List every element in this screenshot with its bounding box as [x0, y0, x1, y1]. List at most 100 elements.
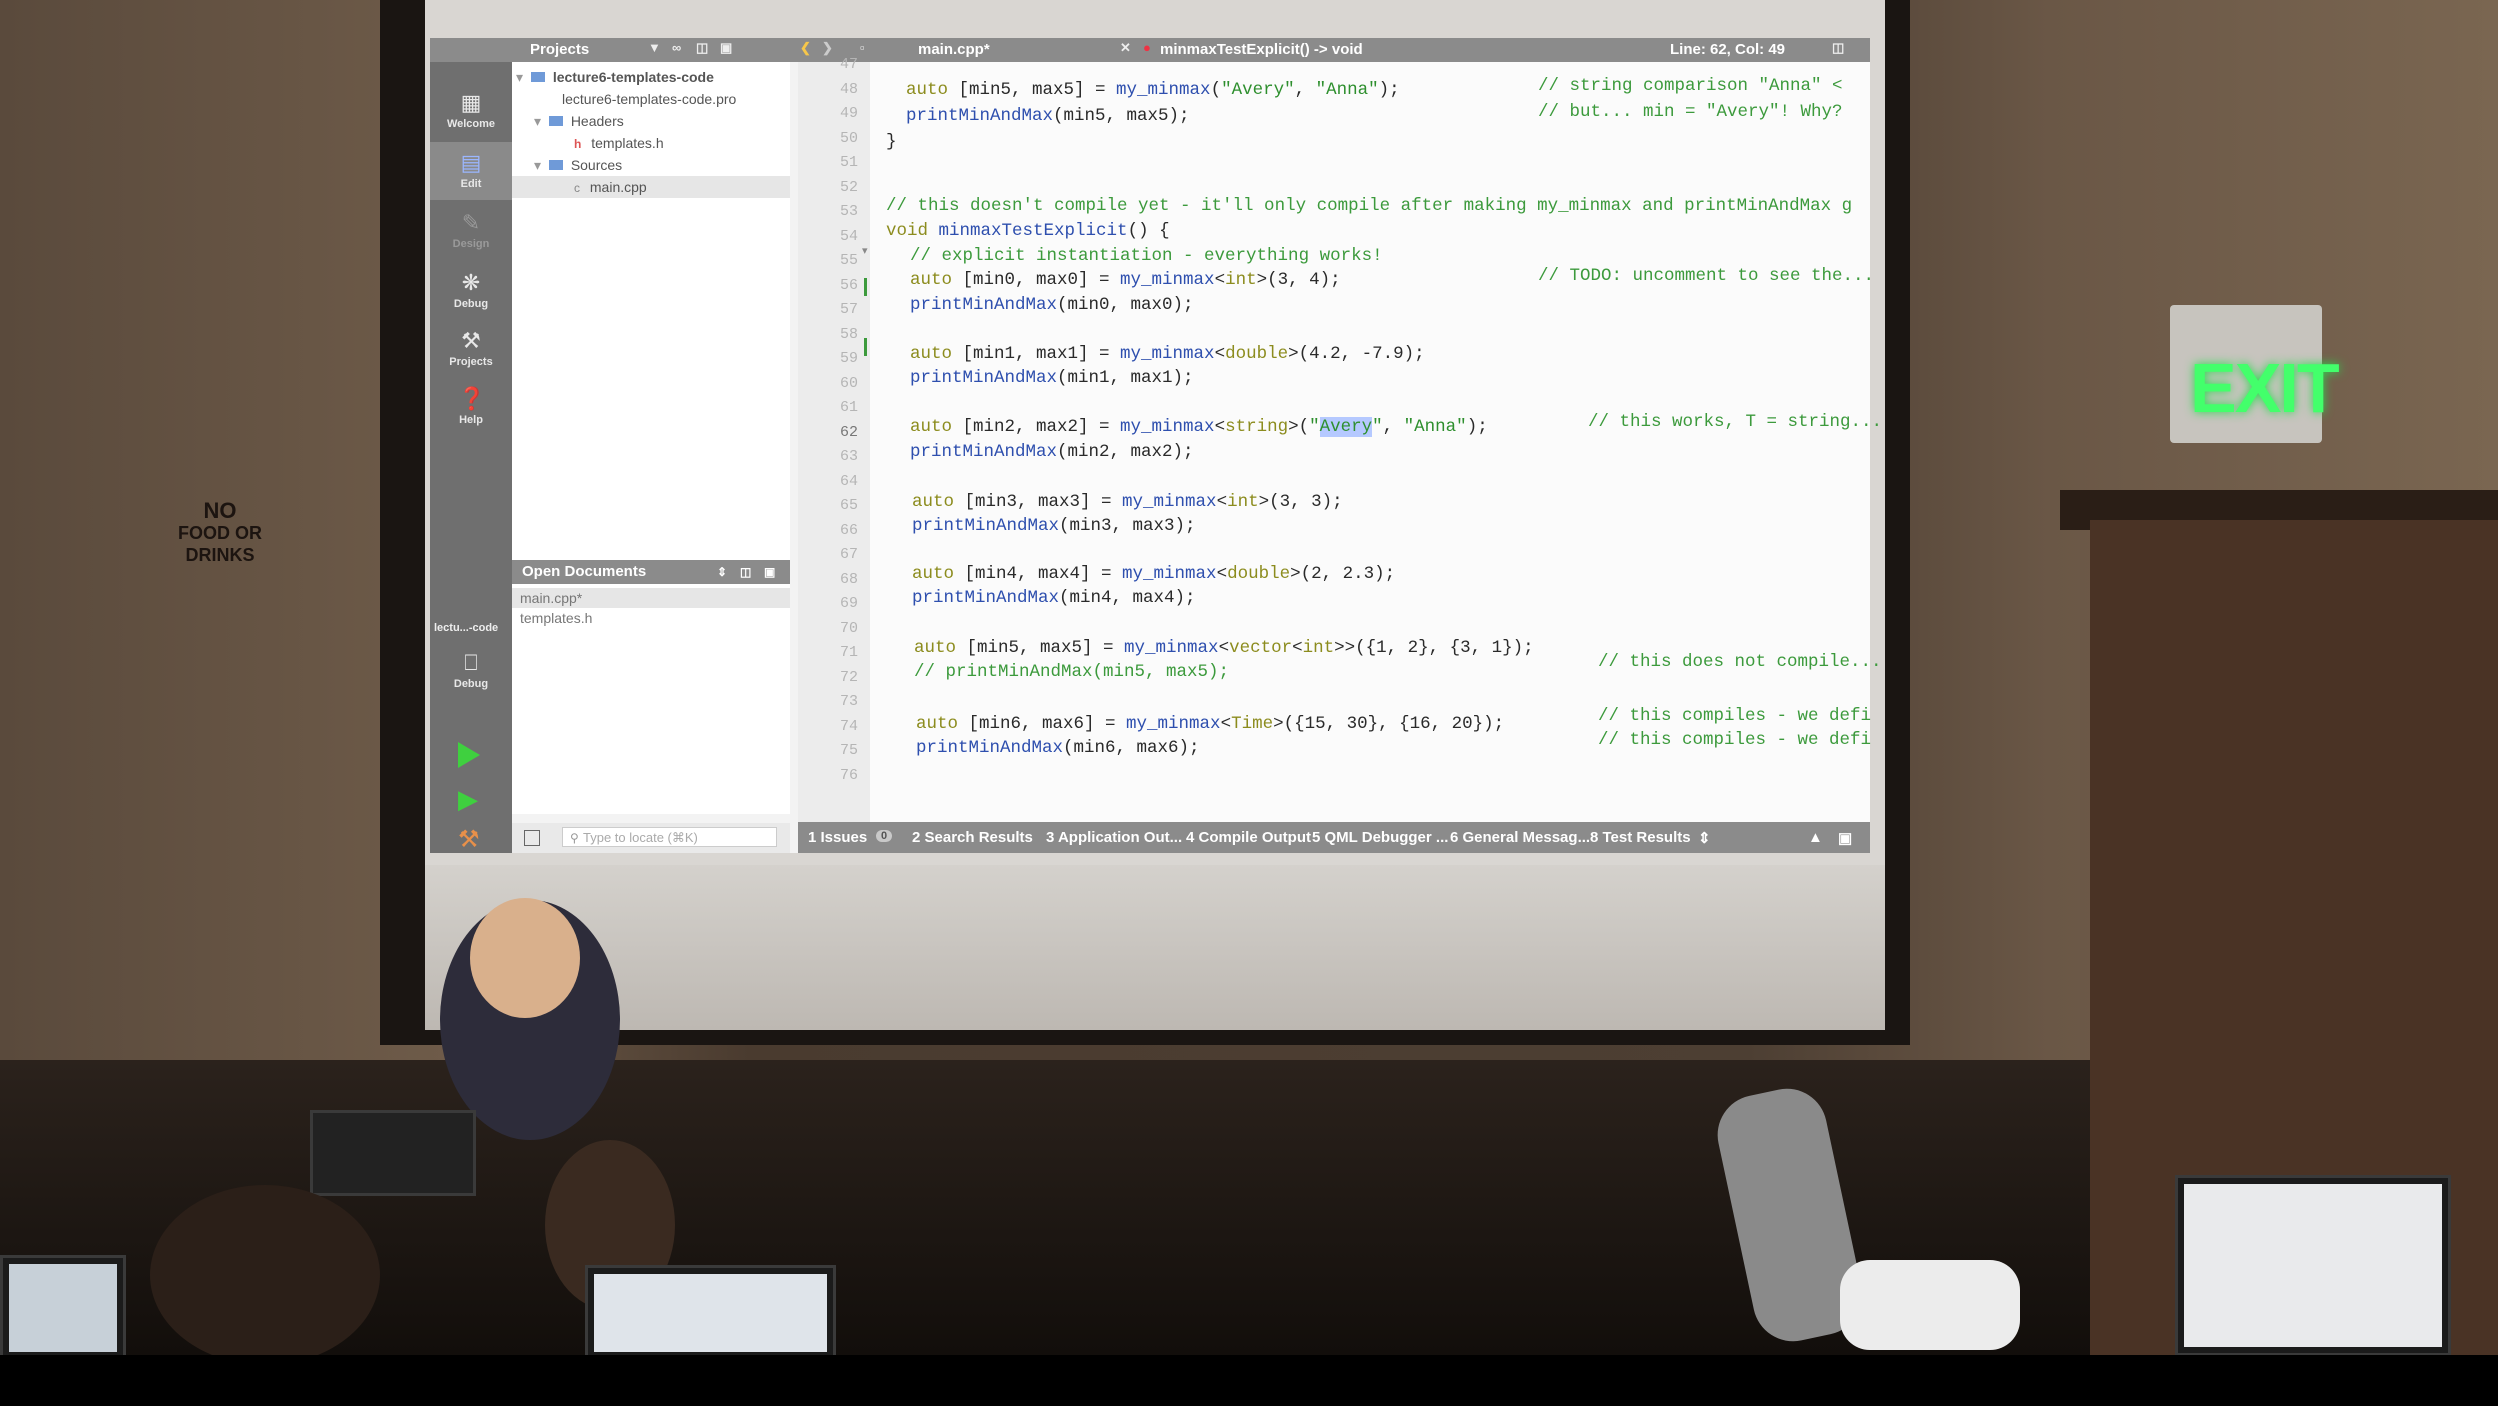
mode-debug[interactable]: ❋ Debug	[430, 262, 512, 320]
mode-projects[interactable]: ⚒ Projects	[430, 320, 512, 378]
presenter-head	[470, 898, 580, 1018]
locator-input[interactable]: Type to locate (⌘K)	[562, 827, 777, 847]
filter-icon[interactable]: ▼	[648, 41, 662, 55]
no-food-sign: NO FOOD OR DRINKS	[165, 500, 275, 566]
wrench-icon: ⚒	[461, 328, 481, 353]
line-number: 65	[839, 497, 858, 514]
tab-qml-debugger[interactable]: 5 QML Debugger ...	[1312, 829, 1448, 846]
code-line-53: // this doesn't compile yet - it'll only…	[886, 196, 1853, 216]
tree-item-project[interactable]: ▾ lecture6-templates-code	[512, 66, 790, 88]
exit-sign: EXIT	[2190, 349, 2340, 427]
tab-test-results[interactable]: 8 Test Results	[1590, 829, 1691, 846]
split-editor-icon[interactable]: ◫	[1832, 41, 1846, 55]
code-line-63: printMinAndMax(min2, max2);	[910, 442, 1194, 462]
tab-search-results[interactable]: 2 Search Results	[912, 829, 1033, 846]
comment-74a: // this compiles - we defi	[1598, 706, 1872, 726]
split-icon[interactable]: ◫	[696, 41, 710, 55]
line-number: 47	[839, 56, 858, 73]
kit-project-label[interactable]: lectu...-code	[434, 622, 498, 634]
link-icon[interactable]: ∞	[672, 41, 686, 55]
line-number: 75	[839, 742, 858, 759]
comment-71: // this does not compile...	[1598, 652, 1882, 672]
code-editor[interactable]: 47 48 49 50 51 52 53 54 55 56 57 58 59 60 61 62 63 64 65 66…	[798, 56, 1882, 822]
change-marker	[864, 338, 867, 356]
open-doc-templates-h[interactable]: templates.h	[520, 610, 592, 626]
mode-design[interactable]: ✎ Design	[430, 202, 512, 260]
sign-line: DRINKS	[185, 545, 255, 565]
function-dropdown[interactable]: minmaxTestExplicit() -> void	[1160, 41, 1363, 58]
kit-selector[interactable]: ⎕ Debug	[430, 642, 512, 700]
tree-item-sources[interactable]: ▾ Sources	[512, 154, 790, 176]
close-file-icon[interactable]: ✕	[1120, 41, 1134, 55]
forward-icon[interactable]: ❯	[822, 41, 836, 55]
line-number: 49	[839, 105, 858, 122]
tree-item-headers[interactable]: ▾ Headers	[512, 110, 790, 132]
line-number: 52	[839, 178, 858, 196]
close-output-icon[interactable]: ▣	[1838, 829, 1852, 847]
tree-item-main-cpp[interactable]: c main.cpp	[512, 176, 790, 198]
code-line-50: }	[886, 132, 897, 152]
tree-item-templates-h[interactable]: h templates.h	[512, 132, 790, 154]
tabs-dropdown-icon[interactable]: ⇕	[1698, 829, 1711, 847]
line-number: 74	[839, 717, 858, 735]
mode-help[interactable]: ❓ Help	[430, 378, 512, 436]
search-icon: ⚲	[570, 831, 579, 845]
sidebar-toggle-icon[interactable]	[524, 830, 540, 846]
code-line-62: auto [min2, max2] = my_minmax<string>("A…	[910, 417, 1488, 437]
edit-icon: ▤	[460, 150, 482, 175]
presenter-laptop	[310, 1110, 476, 1196]
mode-welcome[interactable]: ▦ Welcome	[430, 82, 512, 140]
line-number: 54	[839, 227, 858, 245]
output-pane-tabs: 1 Issues 0 2 Search Results 3 Applicatio…	[798, 822, 1870, 853]
line-number: 51	[839, 154, 858, 171]
code-line-56: auto [min0, max0] = my_minmax<int>(3, 4)…	[910, 270, 1341, 290]
open-documents-list: main.cpp* templates.h	[512, 584, 790, 814]
comment-62: // this works, T = string...	[1588, 412, 1883, 432]
comment-48: // string comparison "Anna" <	[1538, 76, 1843, 96]
project-tree: ▾ lecture6-templates-code lecture6-templ…	[512, 62, 790, 592]
editor-toolbar: Projects ▼ ∞ ◫ ▣ ❮ ❯ ▫ main.cpp* ✕ ● min…	[430, 38, 1870, 62]
line-number: 67	[839, 546, 858, 563]
code-line-59: auto [min1, max1] = my_minmax<double>(4.…	[910, 344, 1425, 364]
code-line-48: auto [min5, max5] = my_minmax("Avery", "…	[906, 80, 1400, 100]
line-number: 56	[839, 276, 858, 294]
current-file-dropdown[interactable]: main.cpp*	[918, 41, 990, 58]
line-number: 73	[839, 693, 858, 710]
student-laptop	[2175, 1175, 2451, 1356]
back-icon[interactable]: ❮	[800, 41, 814, 55]
line-number: 60	[839, 374, 858, 392]
run-icon[interactable]	[458, 742, 480, 768]
line-number: 70	[839, 619, 858, 637]
code-line-49: printMinAndMax(min5, max5);	[906, 106, 1190, 126]
line-col-indicator[interactable]: Line: 62, Col: 49	[1670, 41, 1785, 58]
monitor-icon: ⎕	[464, 650, 478, 675]
line-number: 68	[839, 570, 858, 588]
screen-lower-area	[425, 865, 1885, 1030]
tab-compile-output[interactable]: 4 Compile Output	[1186, 829, 1311, 846]
build-hammer-icon[interactable]: ⚒	[458, 828, 480, 852]
comment-56: // TODO: uncomment to see the...	[1538, 266, 1875, 286]
sort-icon[interactable]: ⇕	[717, 560, 727, 584]
close-pane-icon[interactable]: ▣	[764, 560, 775, 584]
debug-run-icon[interactable]: ▶	[458, 786, 478, 812]
audience-head	[150, 1185, 380, 1365]
tab-general-messages[interactable]: 6 General Messag...	[1450, 829, 1590, 846]
close-pane-icon[interactable]: ▣	[720, 41, 734, 55]
grid-icon: ▦	[460, 90, 482, 115]
code-line-54: void minmaxTestExplicit() {	[886, 221, 1170, 241]
code-line-75: printMinAndMax(min6, max6);	[916, 738, 1200, 758]
tab-application-output[interactable]: 3 Application Out...	[1046, 829, 1182, 846]
projects-label: Projects	[530, 41, 590, 58]
code-line-74: auto [min6, max6] = my_minmax<Time>({15,…	[916, 714, 1505, 734]
tree-item-pro-file[interactable]: lecture6-templates-code.pro	[512, 88, 790, 110]
mode-edit[interactable]: ▤ Edit	[430, 142, 512, 200]
help-icon: ❓	[458, 386, 486, 411]
code-line-72: // printMinAndMax(min5, max5);	[914, 662, 1230, 682]
maximize-icon[interactable]: ▲	[1808, 829, 1823, 846]
tab-issues[interactable]: 1 Issues	[808, 829, 867, 846]
split-icon[interactable]: ◫	[740, 560, 751, 584]
fold-arrow-icon[interactable]: ▾	[862, 244, 868, 257]
comment-74b: // this compiles - we defi	[1598, 730, 1872, 750]
line-number: 69	[839, 595, 858, 612]
open-doc-main-cpp[interactable]: main.cpp*	[520, 590, 582, 606]
